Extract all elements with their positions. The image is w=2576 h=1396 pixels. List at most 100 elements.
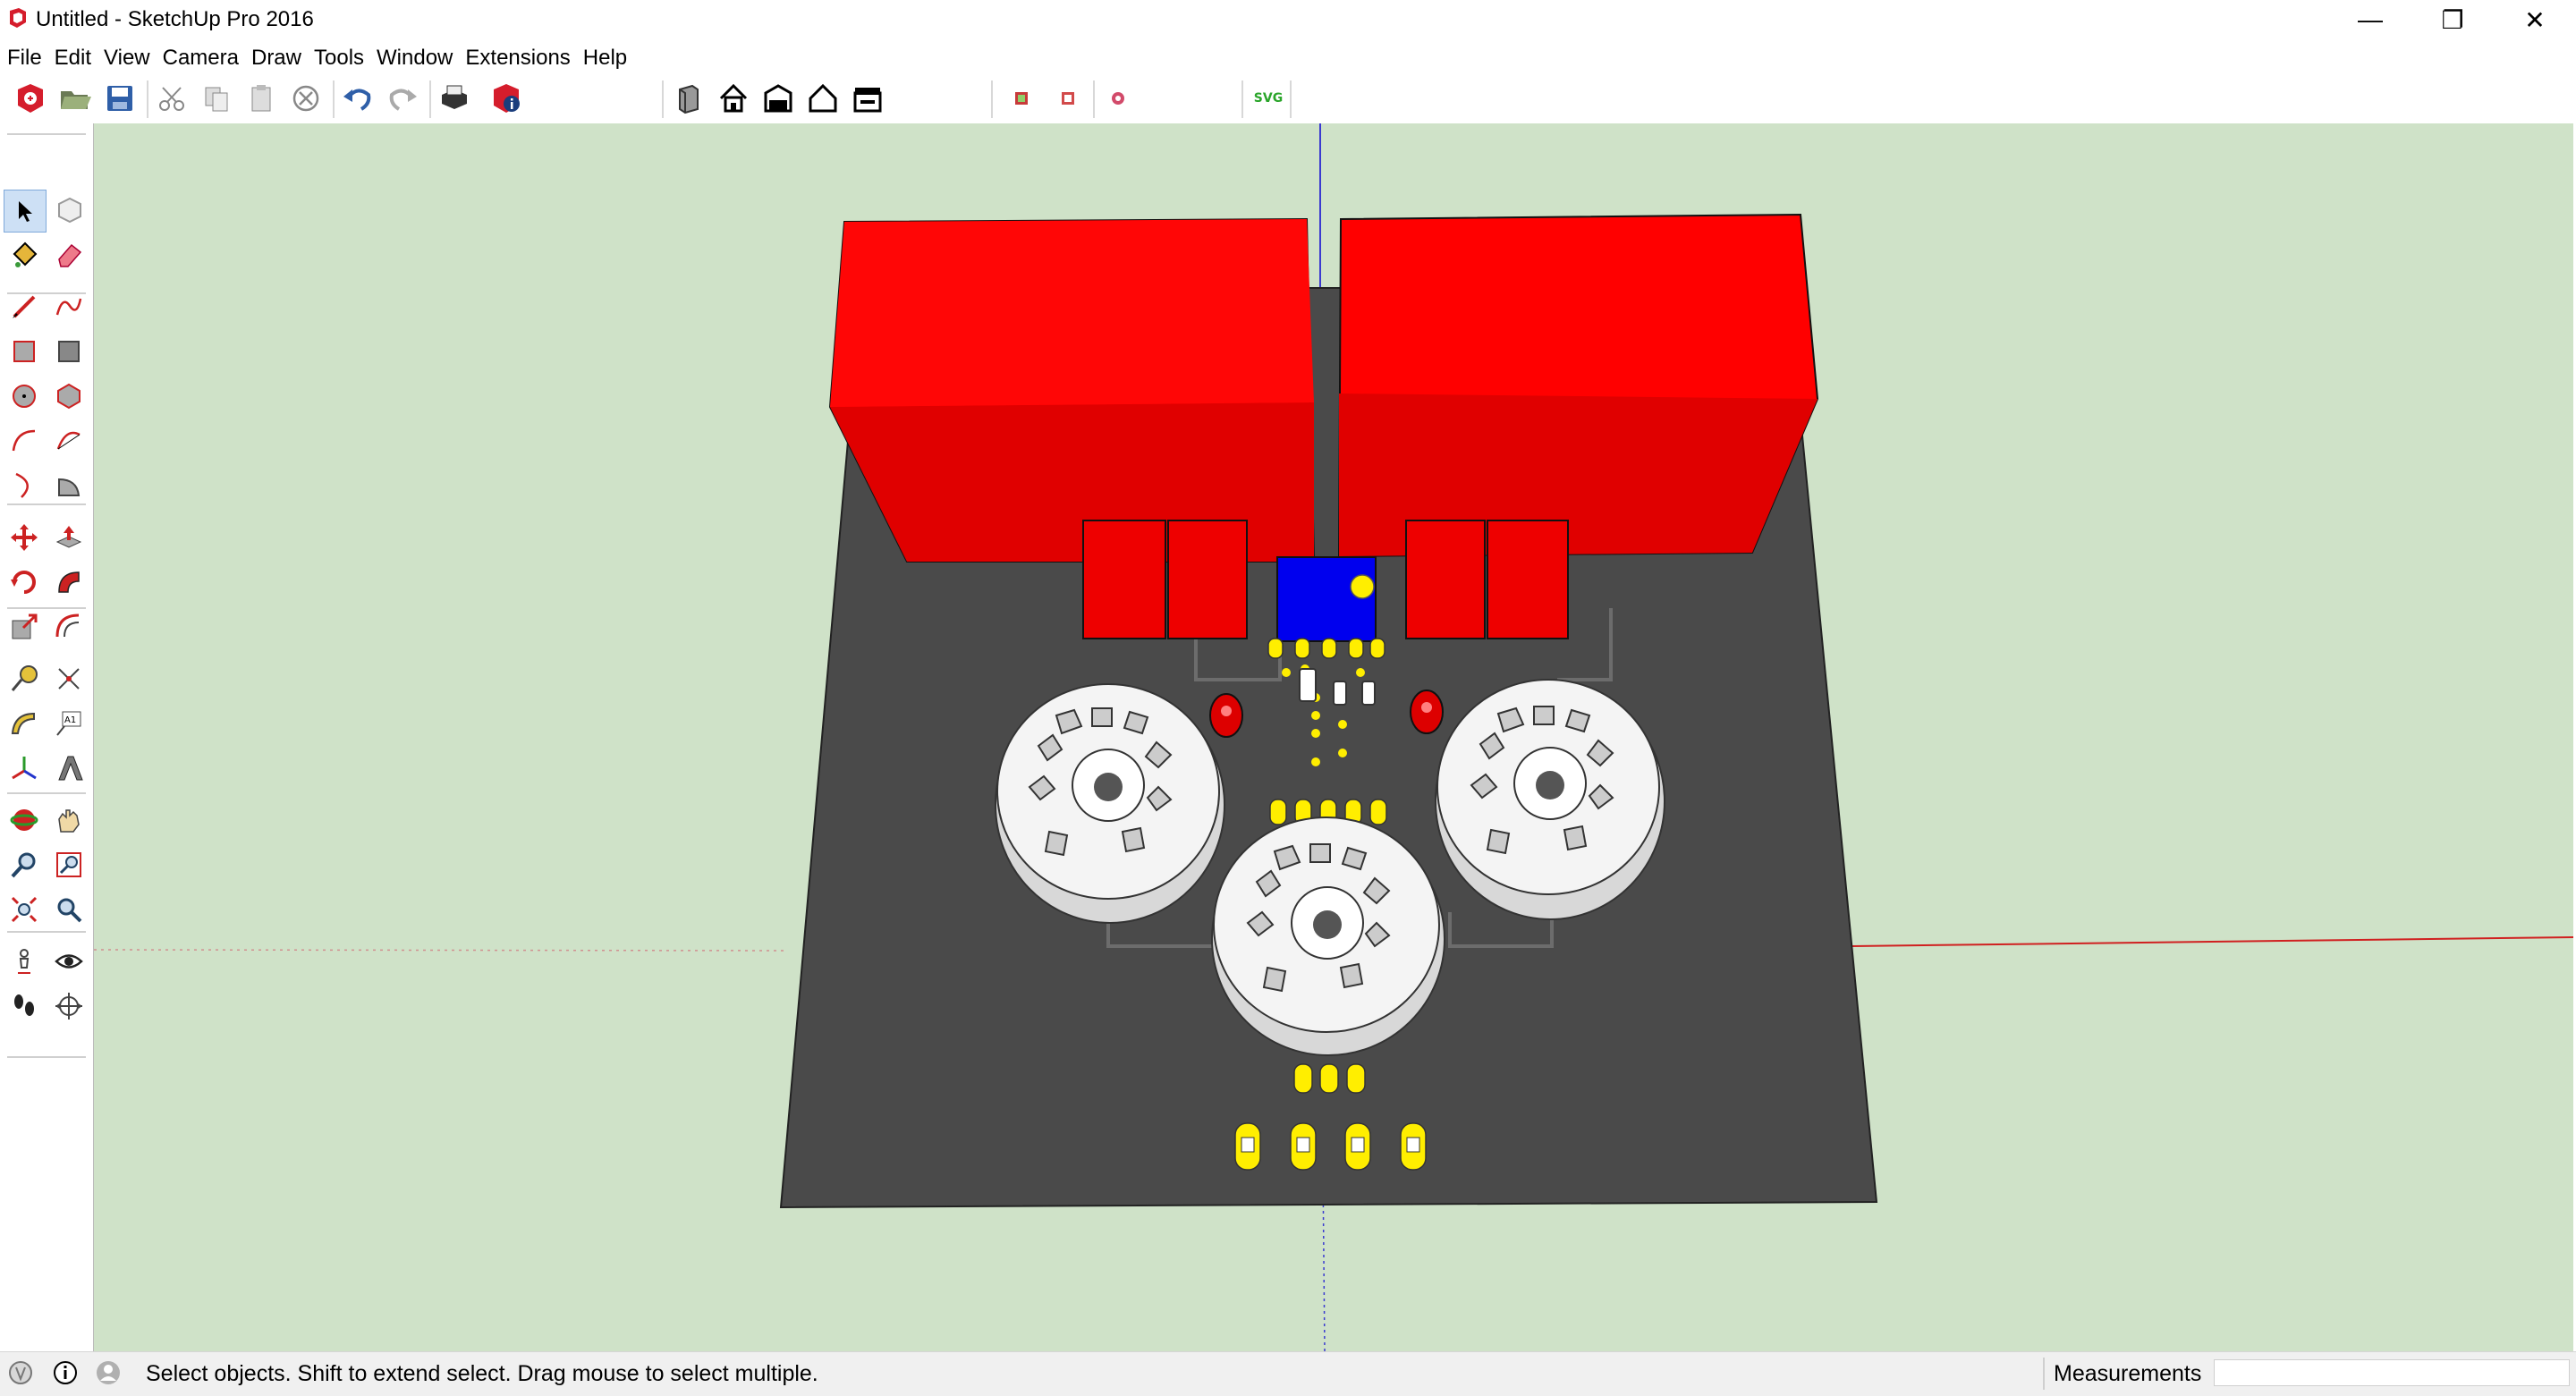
- select-icon[interactable]: [4, 190, 47, 233]
- make-component-icon[interactable]: [48, 190, 89, 231]
- export-red-icon[interactable]: [1002, 79, 1041, 118]
- arc-icon[interactable]: [4, 420, 45, 461]
- orbit-icon[interactable]: [4, 800, 45, 841]
- export-pink-icon[interactable]: [1098, 79, 1138, 118]
- paint-bucket-icon[interactable]: [4, 234, 45, 275]
- zoom-window-icon[interactable]: [48, 844, 89, 885]
- measurements-label: Measurements: [2054, 1361, 2202, 1386]
- model-viewport[interactable]: [93, 123, 2573, 1351]
- scale-icon[interactable]: [4, 606, 45, 647]
- line-icon[interactable]: [4, 286, 45, 327]
- tube-socket-right: [1435, 679, 1665, 920]
- led-right: [1410, 690, 1444, 734]
- menu-camera[interactable]: Camera: [163, 41, 239, 75]
- transformer-right: [1337, 213, 1819, 558]
- pie-icon[interactable]: [48, 465, 89, 506]
- axes-icon[interactable]: [4, 748, 45, 789]
- svg-export-button[interactable]: SVG: [1249, 79, 1288, 118]
- protractor-icon[interactable]: [4, 703, 45, 744]
- erase-circle-icon[interactable]: [286, 79, 326, 118]
- status-message: Select objects. Shift to extend select. …: [146, 1361, 818, 1386]
- maximize-button[interactable]: ❐: [2411, 0, 2494, 39]
- close-button[interactable]: ✕: [2494, 0, 2576, 39]
- menu-bar: File Edit View Camera Draw Tools Window …: [0, 41, 723, 75]
- position-camera-icon[interactable]: [4, 941, 45, 982]
- back-view-icon[interactable]: [848, 79, 887, 118]
- menu-help[interactable]: Help: [583, 41, 627, 75]
- three-point-arc-icon[interactable]: [4, 465, 45, 506]
- toolbar-separator: [662, 80, 664, 118]
- offset-icon[interactable]: [48, 606, 89, 647]
- measurements-input[interactable]: [2214, 1359, 2570, 1386]
- menu-window[interactable]: Window: [377, 41, 453, 75]
- walk-icon[interactable]: [4, 986, 45, 1027]
- menu-view[interactable]: View: [104, 41, 150, 75]
- model-info-icon[interactable]: [487, 79, 526, 118]
- look-around-icon[interactable]: [48, 941, 89, 982]
- svg-label: SVG: [1253, 91, 1284, 106]
- toolbar-separator: [991, 80, 993, 118]
- ic-marker: [1350, 574, 1375, 599]
- title-bar: [0, 0, 2576, 39]
- new-file-icon[interactable]: [11, 79, 50, 118]
- geo-location-icon[interactable]: [7, 1359, 34, 1386]
- polygon-icon[interactable]: [48, 376, 89, 417]
- user-account-icon[interactable]: [95, 1359, 122, 1386]
- minimize-button[interactable]: —: [2329, 0, 2411, 39]
- credits-info-icon[interactable]: [52, 1359, 79, 1386]
- follow-me-icon[interactable]: [48, 562, 89, 603]
- toolbar-separator: [429, 80, 431, 118]
- home-view-icon[interactable]: [714, 79, 753, 118]
- led-left: [1209, 693, 1243, 738]
- print-icon[interactable]: [435, 79, 474, 118]
- paste-icon[interactable]: [242, 79, 281, 118]
- red-axis: [1852, 936, 2573, 947]
- redo-icon[interactable]: [383, 79, 422, 118]
- tube-socket-left: [995, 683, 1225, 924]
- tape-measure-icon[interactable]: [4, 658, 45, 699]
- menu-extensions[interactable]: Extensions: [465, 41, 570, 75]
- section-plane-icon[interactable]: [48, 986, 89, 1027]
- front-view-icon[interactable]: [758, 79, 798, 118]
- text-icon[interactable]: A1: [48, 703, 89, 744]
- transformer-left: [828, 217, 1316, 563]
- menu-file[interactable]: File: [7, 41, 42, 75]
- pad-row-lower: [1293, 1063, 1366, 1094]
- undo-icon[interactable]: [338, 79, 377, 118]
- save-icon[interactable]: [100, 79, 140, 118]
- model-scene: [94, 123, 2573, 1351]
- freehand-icon[interactable]: [48, 286, 89, 327]
- 3d-text-icon[interactable]: [48, 748, 89, 789]
- standard-views-iso-icon[interactable]: [669, 79, 708, 118]
- eraser-icon[interactable]: [48, 234, 89, 275]
- two-point-arc-icon[interactable]: [48, 420, 89, 461]
- rotated-rectangle-icon[interactable]: [48, 331, 89, 372]
- red-axis-hidden: [94, 949, 789, 952]
- toolbar-separator: [333, 80, 335, 118]
- rectangle-icon[interactable]: [4, 331, 45, 372]
- toolbar-separator: [147, 80, 148, 118]
- move-icon[interactable]: [4, 517, 45, 558]
- previous-view-icon[interactable]: [48, 889, 89, 930]
- zoom-icon[interactable]: [4, 844, 45, 885]
- rotate-icon[interactable]: [4, 562, 45, 603]
- copy-icon[interactable]: [197, 79, 236, 118]
- dimension-icon[interactable]: [48, 658, 89, 699]
- circle-icon[interactable]: [4, 376, 45, 417]
- menu-tools[interactable]: Tools: [314, 41, 364, 75]
- zoom-extents-icon[interactable]: [4, 889, 45, 930]
- export-red-2-icon[interactable]: [1048, 79, 1088, 118]
- sketchup-logo-icon: [10, 8, 26, 28]
- menu-draw[interactable]: Draw: [251, 41, 301, 75]
- toolbar-separator: [1241, 80, 1243, 118]
- open-folder-icon[interactable]: [55, 79, 95, 118]
- toolbar-separator: [1290, 80, 1292, 118]
- tube-socket-center: [1211, 816, 1445, 1056]
- push-pull-icon[interactable]: [48, 517, 89, 558]
- menu-edit[interactable]: Edit: [55, 41, 91, 75]
- pan-icon[interactable]: [48, 800, 89, 841]
- status-divider: [2043, 1358, 2045, 1390]
- cut-icon[interactable]: [152, 79, 191, 118]
- toolbar-separator: [1093, 80, 1095, 118]
- right-view-icon[interactable]: [803, 79, 843, 118]
